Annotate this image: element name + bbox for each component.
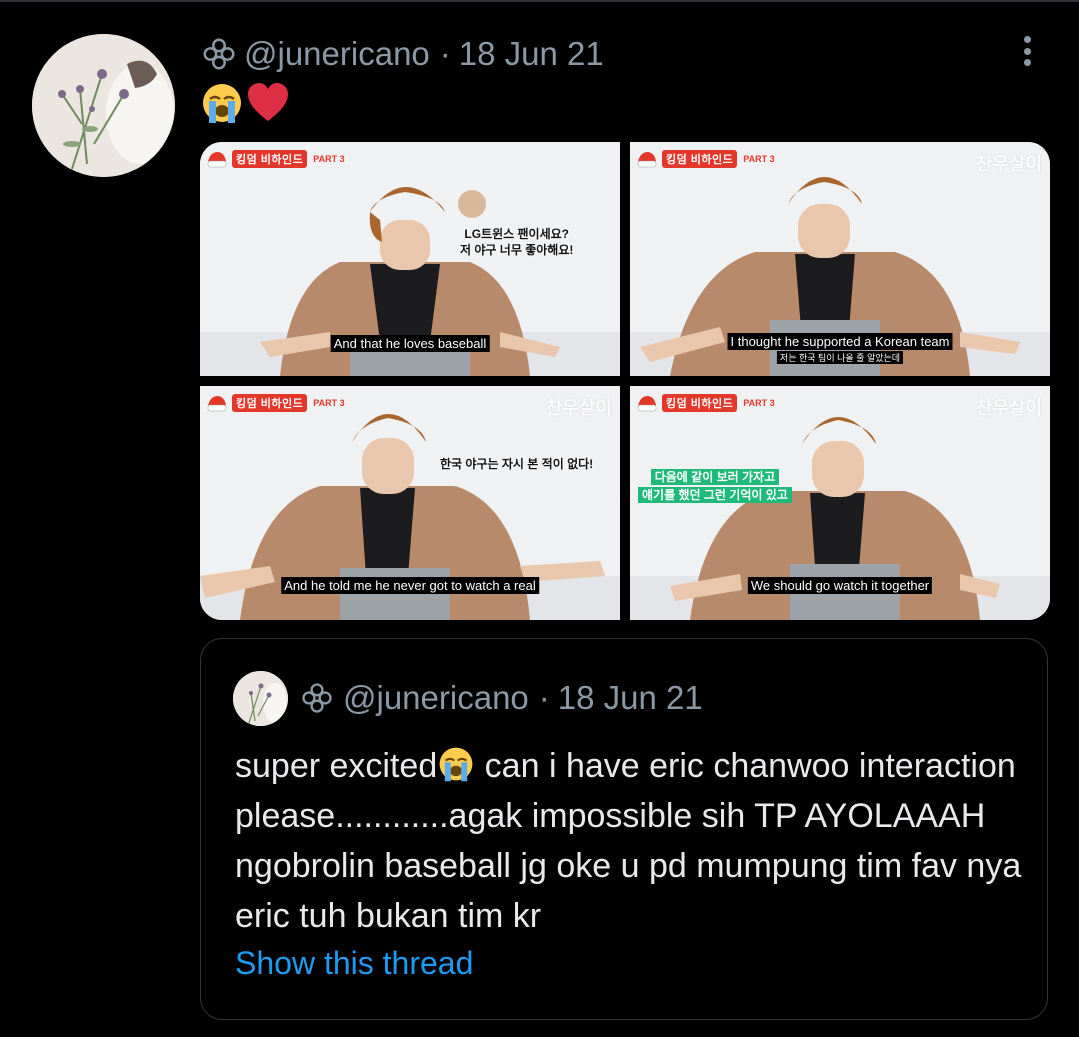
show-tag-text: 킹덤 비하인드 [232, 394, 308, 412]
quoted-avatar[interactable] [233, 671, 288, 726]
cap-icon [207, 152, 227, 168]
avatar[interactable] [32, 34, 175, 177]
red-heart-icon [248, 83, 288, 121]
quoted-text-part-1: super excited [235, 747, 438, 785]
overlay-korean-text: LG트윈스 팬이세요? 저 야구 너무 좋아해요! [460, 227, 574, 257]
four-leaf-flower-icon [203, 38, 235, 70]
show-tag-text: 킹덤 비하인드 [662, 150, 738, 168]
tweet-handle[interactable]: @junericano [244, 35, 430, 73]
quoted-handle[interactable]: @junericano [343, 679, 529, 717]
header-separator: · [439, 35, 451, 72]
show-tag: 킹덤 비하인드 PART 3 [206, 150, 345, 168]
media-image-1[interactable]: 킹덤 비하인드 PART 3 LG트윈스 팬이세요? 저 야구 너무 좋아해요!… [200, 142, 620, 376]
subtitle-english: And he told me he never got to watch a r… [281, 577, 539, 594]
avatar-image [233, 671, 288, 726]
tweet-header: @junericano · 18 Jun 21 [200, 30, 604, 78]
subtitle-korean: 저는 한국 팀이 나올 줄 알았는데 [776, 351, 904, 364]
subtitle-english: And that he loves baseball [330, 335, 490, 352]
more-options-icon[interactable] [1010, 34, 1044, 68]
subtitle-english: We should go watch it together [747, 577, 933, 594]
show-tag: 킹덤 비하인드 PART 3 [636, 150, 775, 168]
four-leaf-flower-icon [302, 683, 332, 713]
show-part: PART 3 [313, 154, 345, 164]
channel-watermark: 찬우살이 [975, 398, 1042, 418]
show-tag: 킹덤 비하인드 PART 3 [206, 394, 345, 412]
media-image-3[interactable]: 킹덤 비하인드 PART 3 찬우살이 한국 야구는 자시 본 적이 없다! A… [200, 386, 620, 620]
show-part: PART 3 [313, 398, 345, 408]
cap-icon [207, 396, 227, 412]
media-grid[interactable]: 킹덤 비하인드 PART 3 LG트윈스 팬이세요? 저 야구 너무 좋아해요!… [200, 142, 1050, 620]
overlay-korean-text: 다음에 같이 보러 가자고 얘기를 했던 그런 기억이 있고 [638, 468, 792, 504]
show-tag: 킹덤 비하인드 PART 3 [636, 394, 775, 412]
overlay-korean-text: 한국 야구는 자시 본 적이 없다! [440, 457, 594, 471]
quoted-text: super excited can i have eric chanwoo in… [235, 741, 1025, 941]
show-part: PART 3 [743, 154, 775, 164]
quoted-tweet[interactable]: @junericano · 18 Jun 21 super excited ca… [200, 638, 1048, 1020]
show-this-thread-link[interactable]: Show this thread [235, 945, 473, 982]
subtitle-english: I thought he supported a Korean team [727, 333, 953, 350]
cap-icon [637, 396, 657, 412]
show-part: PART 3 [743, 398, 775, 408]
quoted-date[interactable]: 18 Jun 21 [558, 679, 703, 717]
channel-watermark: 찬우살이 [975, 154, 1042, 174]
top-divider [0, 0, 1079, 2]
tweet-text [200, 80, 290, 126]
loudly-crying-face-icon [203, 84, 241, 123]
media-image-2[interactable]: 킹덤 비하인드 PART 3 찬우살이 I thought he support… [630, 142, 1050, 376]
loudly-crying-face-icon [439, 747, 473, 782]
show-tag-text: 킹덤 비하인드 [232, 150, 308, 168]
quoted-header: @junericano · 18 Jun 21 [299, 673, 703, 723]
avatar-image [32, 34, 175, 177]
cap-icon [637, 152, 657, 168]
tweet-date[interactable]: 18 Jun 21 [459, 35, 604, 73]
media-image-4[interactable]: 킹덤 비하인드 PART 3 찬우살이 다음에 같이 보러 가자고 얘기를 했던… [630, 386, 1050, 620]
show-tag-text: 킹덤 비하인드 [662, 394, 738, 412]
channel-watermark: 찬우살이 [545, 398, 612, 418]
header-separator: · [538, 679, 550, 716]
